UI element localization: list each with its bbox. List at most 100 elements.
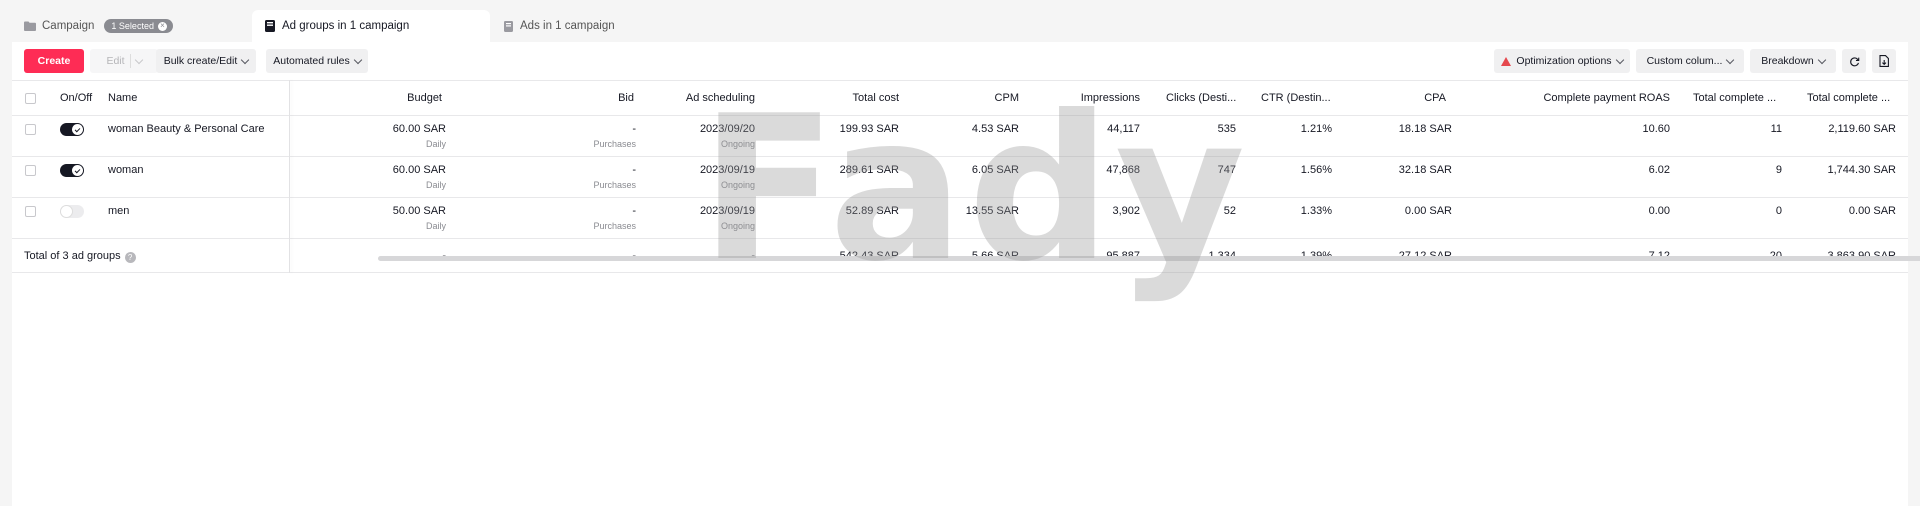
ctr-value: 1.33% (1300, 205, 1332, 217)
total-complete-value: 2,119.60 SAR (1828, 123, 1896, 135)
column-header-total-cost[interactable]: Total cost (853, 92, 899, 104)
row-checkbox[interactable] (25, 165, 36, 176)
optimization-options-button[interactable]: Optimization options (1494, 49, 1630, 73)
total-complete-value: 0.00 SAR (1848, 205, 1896, 217)
total-label-text: Total of 3 ad groups (24, 250, 121, 262)
column-header-total-complete-value[interactable]: Total complete ... (1807, 92, 1890, 104)
cpa-value: 0.00 SAR (1404, 205, 1452, 217)
status-toggle[interactable] (60, 123, 84, 136)
ad-group-icon (264, 20, 276, 32)
cpm-value: 6.05 SAR (971, 164, 1019, 176)
cpa-value: 32.18 SAR (1398, 164, 1452, 176)
roas-value: 6.02 (1648, 164, 1670, 176)
ad-group-name[interactable]: woman (108, 164, 143, 176)
bid-value: - (632, 164, 636, 176)
column-header-clicks[interactable]: Clicks (Desti... (1166, 92, 1236, 104)
column-header-ctr[interactable]: CTR (Destin... (1261, 92, 1331, 104)
ad-group-name[interactable]: men (108, 205, 129, 217)
schedule-status: Ongoing (720, 180, 755, 190)
breakdown-button[interactable]: Breakdown (1750, 49, 1836, 73)
create-button-label: Create (37, 55, 71, 67)
column-header-cpm[interactable]: CPM (995, 92, 1019, 104)
schedule-date: 2023/09/20 (699, 123, 755, 135)
bulk-create-edit-button[interactable]: Bulk create/Edit (156, 49, 256, 73)
clicks-value: 52 (1223, 205, 1236, 217)
total-complete-value: 1,744.30 SAR (1827, 164, 1897, 176)
total-cost-value: 199.93 SAR (839, 123, 899, 135)
column-header-ad-scheduling[interactable]: Ad scheduling (686, 92, 755, 104)
total-cost-value: 289.61 SAR (839, 164, 899, 176)
schedule-date: 2023/09/19 (699, 164, 755, 176)
automated-rules-button[interactable]: Automated rules (266, 49, 368, 73)
toolbar: Create Edit Bulk create/Edit Automated r… (12, 42, 1908, 80)
selected-badge-label: 1 Selected (111, 21, 154, 31)
bid-goal: Purchases (593, 221, 636, 231)
bid-value: - (632, 205, 636, 217)
select-all-checkbox[interactable] (25, 93, 36, 104)
custom-columns-button[interactable]: Custom colum... (1636, 49, 1744, 73)
refresh-icon (1849, 56, 1859, 66)
table-row[interactable]: woman Beauty & Personal Care 60.00 SAR D… (12, 116, 1908, 157)
tab-ads-label: Ads in 1 campaign (520, 20, 615, 32)
status-toggle[interactable] (60, 205, 84, 218)
custom-columns-label: Custom colum... (1646, 55, 1723, 67)
fixed-column-divider (289, 80, 290, 273)
budget-mode: Daily (425, 221, 446, 231)
chevron-down-icon (353, 55, 362, 64)
status-toggle[interactable] (60, 164, 84, 177)
help-icon[interactable]: ? (124, 252, 136, 263)
impressions-value: 3,902 (1112, 205, 1140, 217)
ad-icon (502, 20, 514, 32)
tab-campaign[interactable]: Campaign 1 Selected × (12, 10, 252, 42)
column-header-cpa[interactable]: CPA (1424, 92, 1446, 104)
table-row[interactable]: men 50.00 SAR Daily - Purchases 2023/09/… (12, 198, 1908, 239)
folder-icon (24, 20, 36, 32)
warning-icon (1501, 56, 1512, 66)
tab-ad-groups[interactable]: Ad groups in 1 campaign (252, 10, 490, 42)
clicks-value: 535 (1217, 123, 1236, 135)
budget-mode: Daily (425, 139, 446, 149)
budget-value: 50.00 SAR (392, 205, 446, 217)
row-checkbox[interactable] (25, 206, 36, 217)
ad-groups-panel: Create Edit Bulk create/Edit Automated r… (12, 42, 1920, 506)
impressions-value: 44,117 (1107, 123, 1140, 135)
cpm-value: 13.55 SAR (965, 205, 1019, 217)
column-header-impressions[interactable]: Impressions (1081, 92, 1140, 104)
clear-selection-icon[interactable]: × (157, 21, 167, 31)
chevron-down-icon (1726, 55, 1735, 64)
automated-rules-label: Automated rules (273, 55, 350, 67)
edit-button[interactable]: Edit (90, 49, 158, 73)
tab-ads[interactable]: Ads in 1 campaign (490, 10, 627, 42)
export-button[interactable] (1872, 49, 1896, 73)
cpm-value: 4.53 SAR (971, 123, 1019, 135)
toggle-knob (72, 124, 83, 135)
tab-campaign-label: Campaign (42, 20, 95, 32)
schedule-date: 2023/09/19 (699, 205, 755, 217)
column-header-bid[interactable]: Bid (618, 92, 634, 104)
row-checkbox[interactable] (25, 124, 36, 135)
selected-badge: 1 Selected × (104, 19, 173, 33)
edit-button-label: Edit (106, 55, 125, 67)
column-header-budget[interactable]: Budget (407, 92, 442, 104)
level-tabs: Campaign 1 Selected × Ad groups in 1 cam… (12, 10, 627, 42)
bid-value: - (632, 123, 636, 135)
column-header-name[interactable]: Name (108, 92, 137, 104)
column-header-roas[interactable]: Complete payment ROAS (1543, 92, 1670, 104)
budget-mode: Daily (425, 180, 446, 190)
column-header-total-complete-count[interactable]: Total complete ... (1693, 92, 1776, 104)
chevron-down-icon (241, 55, 250, 64)
horizontal-scrollbar[interactable] (378, 256, 1920, 261)
toggle-knob (61, 206, 72, 217)
refresh-button[interactable] (1842, 49, 1866, 73)
impressions-value: 47,868 (1106, 164, 1140, 176)
table-row[interactable]: woman 60.00 SAR Daily - Purchases 2023/0… (12, 157, 1908, 198)
create-button[interactable]: Create (24, 49, 84, 73)
schedule-status: Ongoing (720, 221, 755, 231)
bid-goal: Purchases (593, 180, 636, 190)
ctr-value: 1.21% (1300, 123, 1332, 135)
ad-group-name[interactable]: woman Beauty & Personal Care (108, 123, 265, 135)
total-complete-count: 11 (1770, 123, 1782, 135)
toggle-knob (72, 165, 83, 176)
chevron-down-icon (134, 55, 143, 64)
table-header: On/Off Name Budget Bid Ad scheduling Tot… (12, 80, 1908, 116)
